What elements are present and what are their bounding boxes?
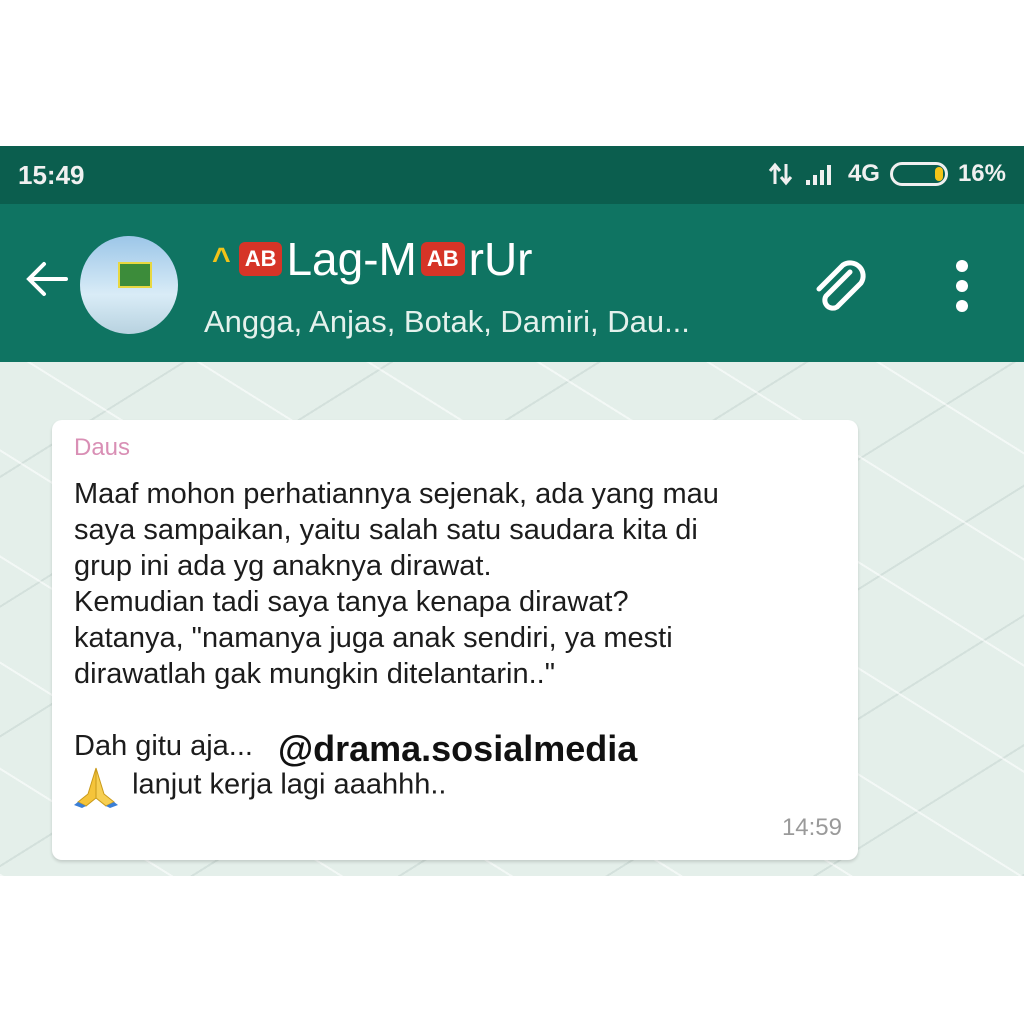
status-time: 15:49 <box>18 160 85 190</box>
signal-icon <box>805 165 831 185</box>
status-indicators: 4G 16% <box>768 160 1006 188</box>
group-name-part2: rUr <box>468 233 533 285</box>
crown-icon: ^ <box>212 240 231 277</box>
group-avatar[interactable] <box>80 236 178 334</box>
message-line: dirawatlah gak mungkin ditelantarin.." <box>74 658 556 690</box>
message-line: Kemudian tadi saya tanya kenapa dirawat? <box>74 586 629 618</box>
more-vert-icon[interactable] <box>950 256 974 316</box>
chat-header: ^ AB Lag-M AB rUr Angga, Anjas, Botak, D… <box>0 204 1024 362</box>
network-type: 4G <box>847 160 880 187</box>
group-title[interactable]: ^ AB Lag-M AB rUr <box>212 232 533 286</box>
chat-background: Daus Maaf mohon perhatiannya sejenak, ad… <box>0 362 1024 876</box>
data-arrows-icon <box>768 162 793 186</box>
avatar-flag <box>118 262 152 288</box>
message-final-text: lanjut kerja lagi aaahhh.. <box>132 768 447 801</box>
ab-badge: AB <box>420 242 465 276</box>
message-line: katanya, "namanya juga anak sendiri, ya … <box>74 622 673 654</box>
message-line: saya sampaikan, yaitu salah satu saudara… <box>74 514 698 546</box>
group-name-part1: Lag-M <box>286 233 417 285</box>
pray-hands-icon <box>74 767 118 808</box>
back-arrow-icon[interactable] <box>22 254 72 304</box>
message-line: grup ini ada yg anaknya dirawat. <box>74 550 492 582</box>
sender-name: Daus <box>74 434 131 461</box>
message-time: 14:59 <box>781 814 842 841</box>
group-members[interactable]: Angga, Anjas, Botak, Damiri, Dau... <box>204 304 690 340</box>
message-final-row: lanjut kerja lagi aaahhh.. <box>74 764 844 808</box>
ab-badge: AB <box>238 242 283 276</box>
battery-percent: 16% <box>957 160 1006 187</box>
watermark-text: @drama.sosialmedia <box>278 728 638 769</box>
status-bar: 15:49 4G 16% <box>0 146 1024 204</box>
battery-icon <box>889 162 948 186</box>
paperclip-icon[interactable] <box>806 254 876 324</box>
message-bubble[interactable]: Daus Maaf mohon perhatiannya sejenak, ad… <box>52 420 858 860</box>
battery-level-fill <box>934 167 943 181</box>
message-line: Maaf mohon perhatiannya sejenak, ada yan… <box>74 478 719 510</box>
